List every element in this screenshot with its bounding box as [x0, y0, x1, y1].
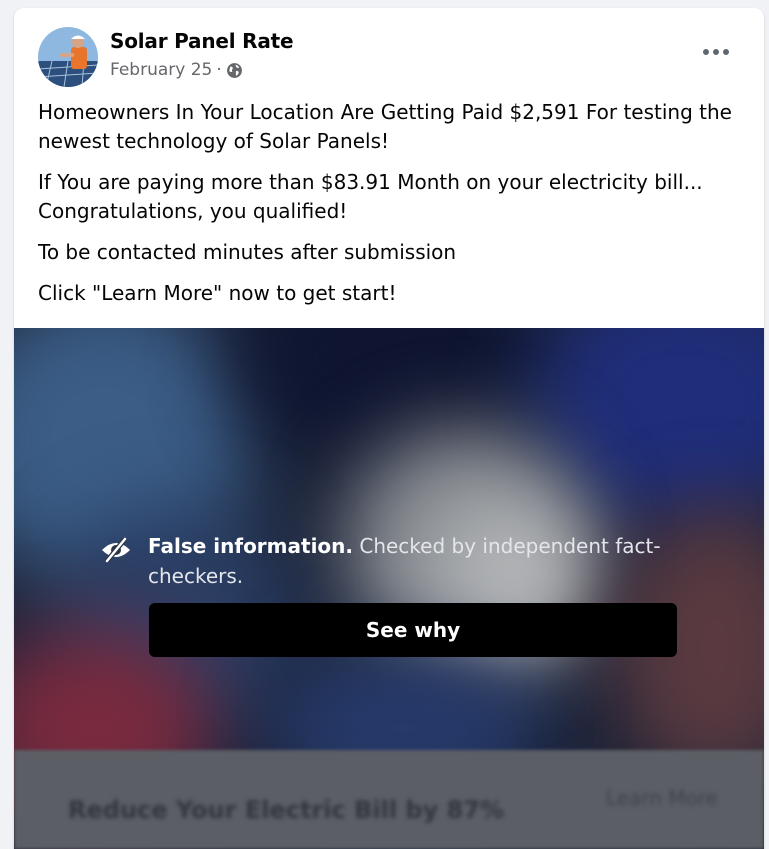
- blurred-media[interactable]: Reduce Your Electric Bill by 87% Learn M…: [14, 328, 764, 849]
- post-header: Solar Panel Rate February 25 ·: [14, 8, 764, 98]
- page-avatar[interactable]: [38, 27, 98, 87]
- post-date[interactable]: February 25: [110, 60, 212, 80]
- see-why-button[interactable]: See why: [149, 603, 677, 657]
- more-dot: [703, 49, 709, 55]
- more-options-icon[interactable]: [696, 42, 736, 62]
- fact-check-title: False information.: [148, 534, 353, 558]
- meta-separator: ·: [216, 60, 222, 80]
- more-dot: [723, 49, 729, 55]
- page-name[interactable]: Solar Panel Rate: [110, 29, 294, 53]
- cta-headline: Reduce Your Electric Bill by 87%: [68, 796, 505, 824]
- post-paragraph: Click "Learn More" now to get start!: [38, 281, 397, 305]
- post-paragraph: If You are paying more than $83.91 Month…: [38, 170, 703, 223]
- learn-more-button: Learn More: [606, 786, 718, 810]
- fact-check-label: False information. Checked by independen…: [148, 531, 668, 591]
- eye-slash-icon: [100, 534, 132, 566]
- post-paragraph: Homeowners In Your Location Are Getting …: [38, 100, 732, 153]
- post-meta: February 25 ·: [110, 60, 243, 80]
- globe-icon: [226, 62, 243, 79]
- post-text: Homeowners In Your Location Are Getting …: [38, 98, 743, 320]
- more-dot: [713, 49, 719, 55]
- post-card: Solar Panel Rate February 25 · Homeowner…: [14, 8, 764, 849]
- post-paragraph: To be contacted minutes after submission: [38, 240, 457, 264]
